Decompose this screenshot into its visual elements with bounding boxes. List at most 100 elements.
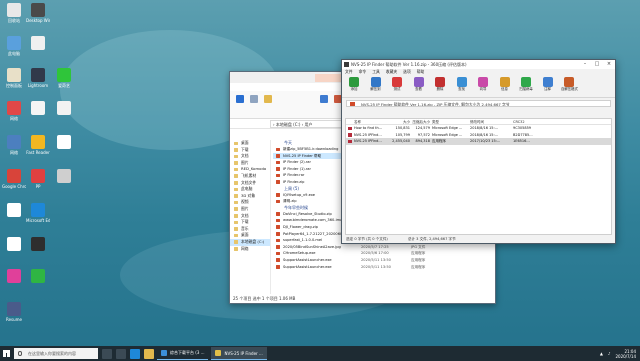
desktop-icon[interactable]: [26, 269, 50, 284]
menu-item[interactable]: 工具: [372, 69, 380, 74]
nav-item[interactable]: 本地磁盘 (C:): [230, 238, 270, 246]
menu-item[interactable]: 帮助: [417, 69, 425, 74]
file-row[interactable]: 2020/05BindSunShineA2ave.jpg 2020/5/7 17:…: [273, 244, 495, 251]
nav-item[interactable]: 文档: [230, 213, 270, 220]
nav-item[interactable]: 桌面: [230, 140, 270, 147]
toolbar-button[interactable]: 查找: [454, 75, 470, 91]
nav-item[interactable]: 视频: [230, 199, 270, 206]
toolbar-button[interactable]: 测试: [389, 75, 405, 91]
desktop-icon[interactable]: [52, 135, 76, 150]
desktop-icon[interactable]: 爱奇艺: [52, 68, 76, 88]
file-row[interactable]: SupportAssistLauncher.exe 2020/5/11 13:50…: [273, 264, 495, 271]
desktop-icon-label: 回收站: [8, 18, 20, 23]
toolbar-button[interactable]: 信息: [497, 75, 513, 91]
desktop-app-icon: [7, 135, 21, 149]
desktop-icon[interactable]: Fast Reader: [26, 135, 50, 155]
column-header[interactable]: CRC32: [511, 119, 543, 124]
toolbar-button[interactable]: 向导: [475, 75, 491, 91]
file-size: [460, 244, 480, 251]
maximize-icon[interactable]: □: [591, 60, 603, 69]
desktop-icon[interactable]: Lightroom: [26, 68, 50, 88]
taskbar-app-button[interactable]: NVS-25 IP Finder ...: [211, 347, 267, 360]
archive-file-list: 名称 大小 压缩后大小 类型 修改时间 CRC32 How to find th... 15…: [345, 118, 612, 235]
address-input[interactable]: › 本地磁盘 (C:) › 用户: [270, 120, 348, 128]
archive-cell-type: 应用程序: [432, 139, 446, 144]
menu-item[interactable]: 文件: [345, 69, 353, 74]
desktop-app-icon: [7, 302, 21, 316]
column-header[interactable]: 大小: [390, 119, 410, 124]
toolbar-button[interactable]: 解压到: [368, 75, 384, 91]
desktop-icon[interactable]: [26, 36, 50, 51]
start-button[interactable]: [0, 346, 12, 361]
desktop-icon[interactable]: [52, 169, 76, 184]
volume-icon[interactable]: ♪: [608, 351, 611, 356]
toolbar-icon: [542, 77, 553, 87]
menu-item[interactable]: 选项: [403, 69, 411, 74]
nav-item[interactable]: 图片: [230, 206, 270, 213]
desktop-icon[interactable]: [26, 237, 50, 252]
desktop-icon[interactable]: Desktop Window Manager: [26, 3, 50, 23]
menu-item[interactable]: 收藏夹: [386, 69, 397, 74]
taskbar-app-button[interactable]: 综合下载平台 (3 ...: [157, 347, 209, 360]
toolbar-button[interactable]: 查看: [411, 75, 427, 91]
close-icon[interactable]: ×: [603, 60, 615, 69]
toolbar-button[interactable]: 添加: [346, 75, 362, 91]
explorer-icon[interactable]: [144, 348, 154, 359]
desktop-icon[interactable]: 网络: [2, 135, 26, 155]
nav-item[interactable]: RED_Komodo: [230, 166, 270, 173]
desktop-icon[interactable]: [2, 237, 26, 252]
nav-item[interactable]: 此电脑: [230, 186, 270, 193]
toolbar-button[interactable]: 自解压格式: [561, 75, 578, 91]
desktop-icon[interactable]: [2, 269, 26, 284]
nav-item[interactable]: 图片: [230, 160, 270, 167]
desktop-app-icon: [57, 68, 71, 82]
desktop-icon-label: Google Chrome: [2, 184, 26, 189]
desktop-icon[interactable]: Resume: [2, 302, 26, 322]
nav-item[interactable]: 文档: [230, 153, 270, 160]
nav-item[interactable]: 桌面: [230, 232, 270, 239]
nav-item[interactable]: 3D 对象: [230, 193, 270, 200]
desktop-icon[interactable]: 网络: [2, 101, 26, 121]
column-header[interactable]: 压缩后大小: [410, 119, 431, 124]
column-header[interactable]: 类型: [430, 119, 468, 124]
desktop-icon[interactable]: 回收站: [2, 3, 26, 23]
copy-icon[interactable]: [250, 95, 258, 103]
archive-path-bar[interactable]: NVS-25 IP Finder 帮助软件 Ver 1.16.zip - ZIP…: [346, 100, 611, 107]
desktop-icon[interactable]: PP: [26, 169, 50, 189]
network-icon[interactable]: ▲: [600, 351, 603, 356]
nav-item[interactable]: 网络: [230, 246, 270, 253]
microphone-icon[interactable]: [18, 351, 22, 356]
task-view-icon[interactable]: [116, 348, 126, 359]
taskbar-search-box[interactable]: 在这里输入你要搜索的内容: [14, 348, 98, 359]
archive-row[interactable]: NVS-25 IPFind... 2,455,040 894,318 应用程序 2017…: [346, 138, 611, 145]
file-row[interactable]: SupportAssistLauncher.exe 2020/5/11 13:50…: [273, 257, 495, 264]
desktop-icon[interactable]: 控制面板: [2, 68, 26, 88]
menu-item[interactable]: 命令: [359, 69, 367, 74]
nav-item[interactable]: 飞机素材: [230, 173, 270, 180]
desktop-icon[interactable]: Google Chrome: [2, 169, 26, 189]
nav-item[interactable]: 文档文件: [230, 180, 270, 187]
edge-icon[interactable]: [130, 348, 140, 359]
toolbar-button[interactable]: 删除: [432, 75, 448, 91]
archive-title-bar[interactable]: NVS-25 IP Finder 帮助软件 Ver 1.16.zip - 360…: [342, 60, 615, 69]
desktop-icon[interactable]: 此电脑: [2, 36, 26, 56]
file-row[interactable]: CHromeSetup.exe 2020/5/6 17:00 应用程序: [273, 250, 495, 257]
toolbar-button[interactable]: 注释: [540, 75, 556, 91]
column-header[interactable]: 修改时间: [468, 119, 511, 124]
toolbar-label: 测试: [393, 87, 401, 91]
nav-item[interactable]: 音乐: [230, 226, 270, 233]
nav-item[interactable]: 下载: [230, 147, 270, 154]
desktop-icon[interactable]: [52, 101, 76, 116]
cortana-icon[interactable]: [102, 348, 112, 359]
nav-item[interactable]: 下载: [230, 219, 270, 226]
move-to-icon[interactable]: [320, 95, 328, 103]
desktop-icon[interactable]: [2, 203, 26, 218]
column-header[interactable]: 名称: [346, 119, 390, 124]
desktop-icon[interactable]: Microsoft Edge: [26, 203, 50, 223]
minimize-icon[interactable]: –: [579, 60, 591, 69]
desktop-icon[interactable]: [26, 101, 50, 116]
toolbar-button[interactable]: 扫描病毒: [518, 75, 534, 91]
clock[interactable]: 21:04 2020/7/14: [615, 349, 636, 359]
paste-icon[interactable]: [264, 95, 272, 103]
pin-icon[interactable]: [236, 95, 244, 103]
